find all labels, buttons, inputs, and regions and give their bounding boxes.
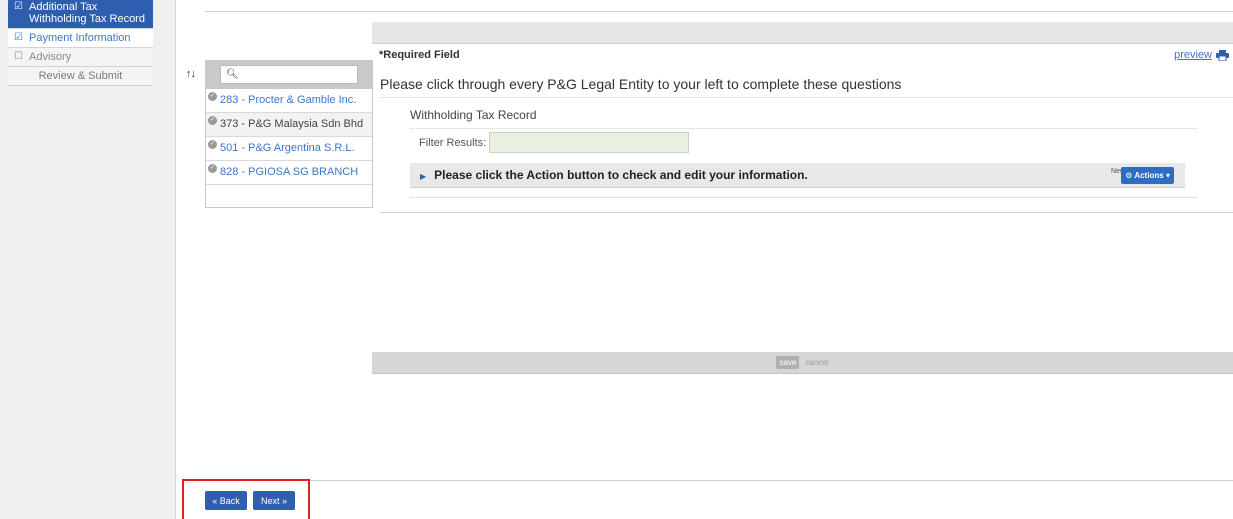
entity-item-501[interactable]: ✓ 501 - P&G Argentina S.R.L. [206, 137, 372, 161]
gear-icon: ⚙ [1125, 171, 1133, 180]
actions-label: Actions ▾ [1134, 171, 1170, 180]
back-button[interactable]: « Back [205, 491, 247, 510]
checkbox-empty-icon: ☐ [14, 51, 23, 62]
status-dot-icon: ✓ [208, 116, 217, 125]
step-label: Payment Information [29, 32, 131, 44]
main-header-bar [372, 22, 1233, 44]
entity-label: 828 - PGIOSA SG BRANCH [220, 166, 359, 178]
entity-label: 501 - P&G Argentina S.R.L. [220, 142, 355, 154]
withholding-tax-card: Withholding Tax Record Filter Results: ▶… [380, 97, 1233, 213]
checkbox-checked-icon: ☑ [14, 1, 23, 12]
status-dot-icon: ✓ [208, 92, 217, 101]
card-divider [410, 197, 1197, 198]
required-row: *Required Field preview [372, 46, 1233, 64]
step-additional-tax-withholding[interactable]: ☑ Additional Tax Withholding Tax Record [8, 0, 153, 29]
entity-item-373[interactable]: ✓ 373 - P&G Malaysia Sdn Bhd [206, 113, 372, 137]
step-advisory[interactable]: ☐ Advisory [8, 48, 153, 67]
step-list: ☑ Additional Tax Withholding Tax Record … [8, 0, 153, 86]
step-payment-information[interactable]: ☑ Payment Information [8, 29, 153, 48]
cancel-link[interactable]: cancel [805, 358, 828, 367]
step-label: Review & Submit [38, 70, 123, 82]
entity-search-input[interactable]: 🔍︎ [220, 65, 358, 84]
step-label: Advisory [29, 51, 72, 63]
status-dot-icon: ✓ [208, 164, 217, 173]
entity-item-828[interactable]: ✓ 828 - PGIOSA SG BRANCH [206, 161, 372, 185]
instruction-text: Please click through every P&G Legal Ent… [380, 76, 902, 92]
filter-label: Filter Results: [419, 136, 487, 149]
filter-row: Filter Results: [410, 132, 1233, 153]
save-button[interactable]: save [776, 356, 800, 369]
section-title: Withholding Tax Record [410, 108, 1197, 129]
entity-search-bar: 🔍︎ [206, 60, 372, 89]
action-bar[interactable]: ▶ Please click the Action button to check… [410, 163, 1185, 188]
preview-link[interactable]: preview [1174, 49, 1212, 61]
top-divider [205, 11, 1233, 12]
entity-label: 373 - P&G Malaysia Sdn Bhd [220, 118, 364, 130]
step-label: Additional Tax Withholding Tax Record [29, 1, 145, 25]
action-row: ▶ Please click the Action button to check… [420, 168, 808, 182]
bottom-divider [183, 480, 1233, 481]
entity-item-283[interactable]: ✓ 283 - Procter & Gamble Inc. [206, 89, 372, 113]
checkbox-checked-icon: ☑ [14, 32, 23, 43]
entity-list-panel: 🔍︎ ✓ 283 - Procter & Gamble Inc. ✓ 373 -… [205, 60, 373, 208]
print-icon[interactable] [1216, 49, 1229, 61]
action-text: Please click the Action button to check … [434, 168, 808, 182]
main-panel: *Required Field preview Please click thr… [372, 22, 1233, 374]
expand-triangle-icon: ▶ [420, 172, 427, 181]
search-icon: 🔍︎ [226, 69, 239, 80]
status-dot-icon: ✓ [208, 140, 217, 149]
sort-icon[interactable]: ↑↓ [186, 68, 196, 80]
step-review-submit[interactable]: Review & Submit [8, 67, 153, 86]
entity-label: 283 - Procter & Gamble Inc. [220, 94, 357, 106]
required-field-label: *Required Field [379, 49, 460, 61]
preview-group: preview [1174, 49, 1229, 61]
filter-results-input[interactable] [489, 132, 690, 153]
next-button[interactable]: Next » [253, 491, 295, 510]
actions-button[interactable]: ⚙ Actions ▾ [1121, 167, 1174, 184]
sidebar: ☑ Additional Tax Withholding Tax Record … [0, 0, 176, 519]
save-bar: save cancel [372, 352, 1233, 374]
